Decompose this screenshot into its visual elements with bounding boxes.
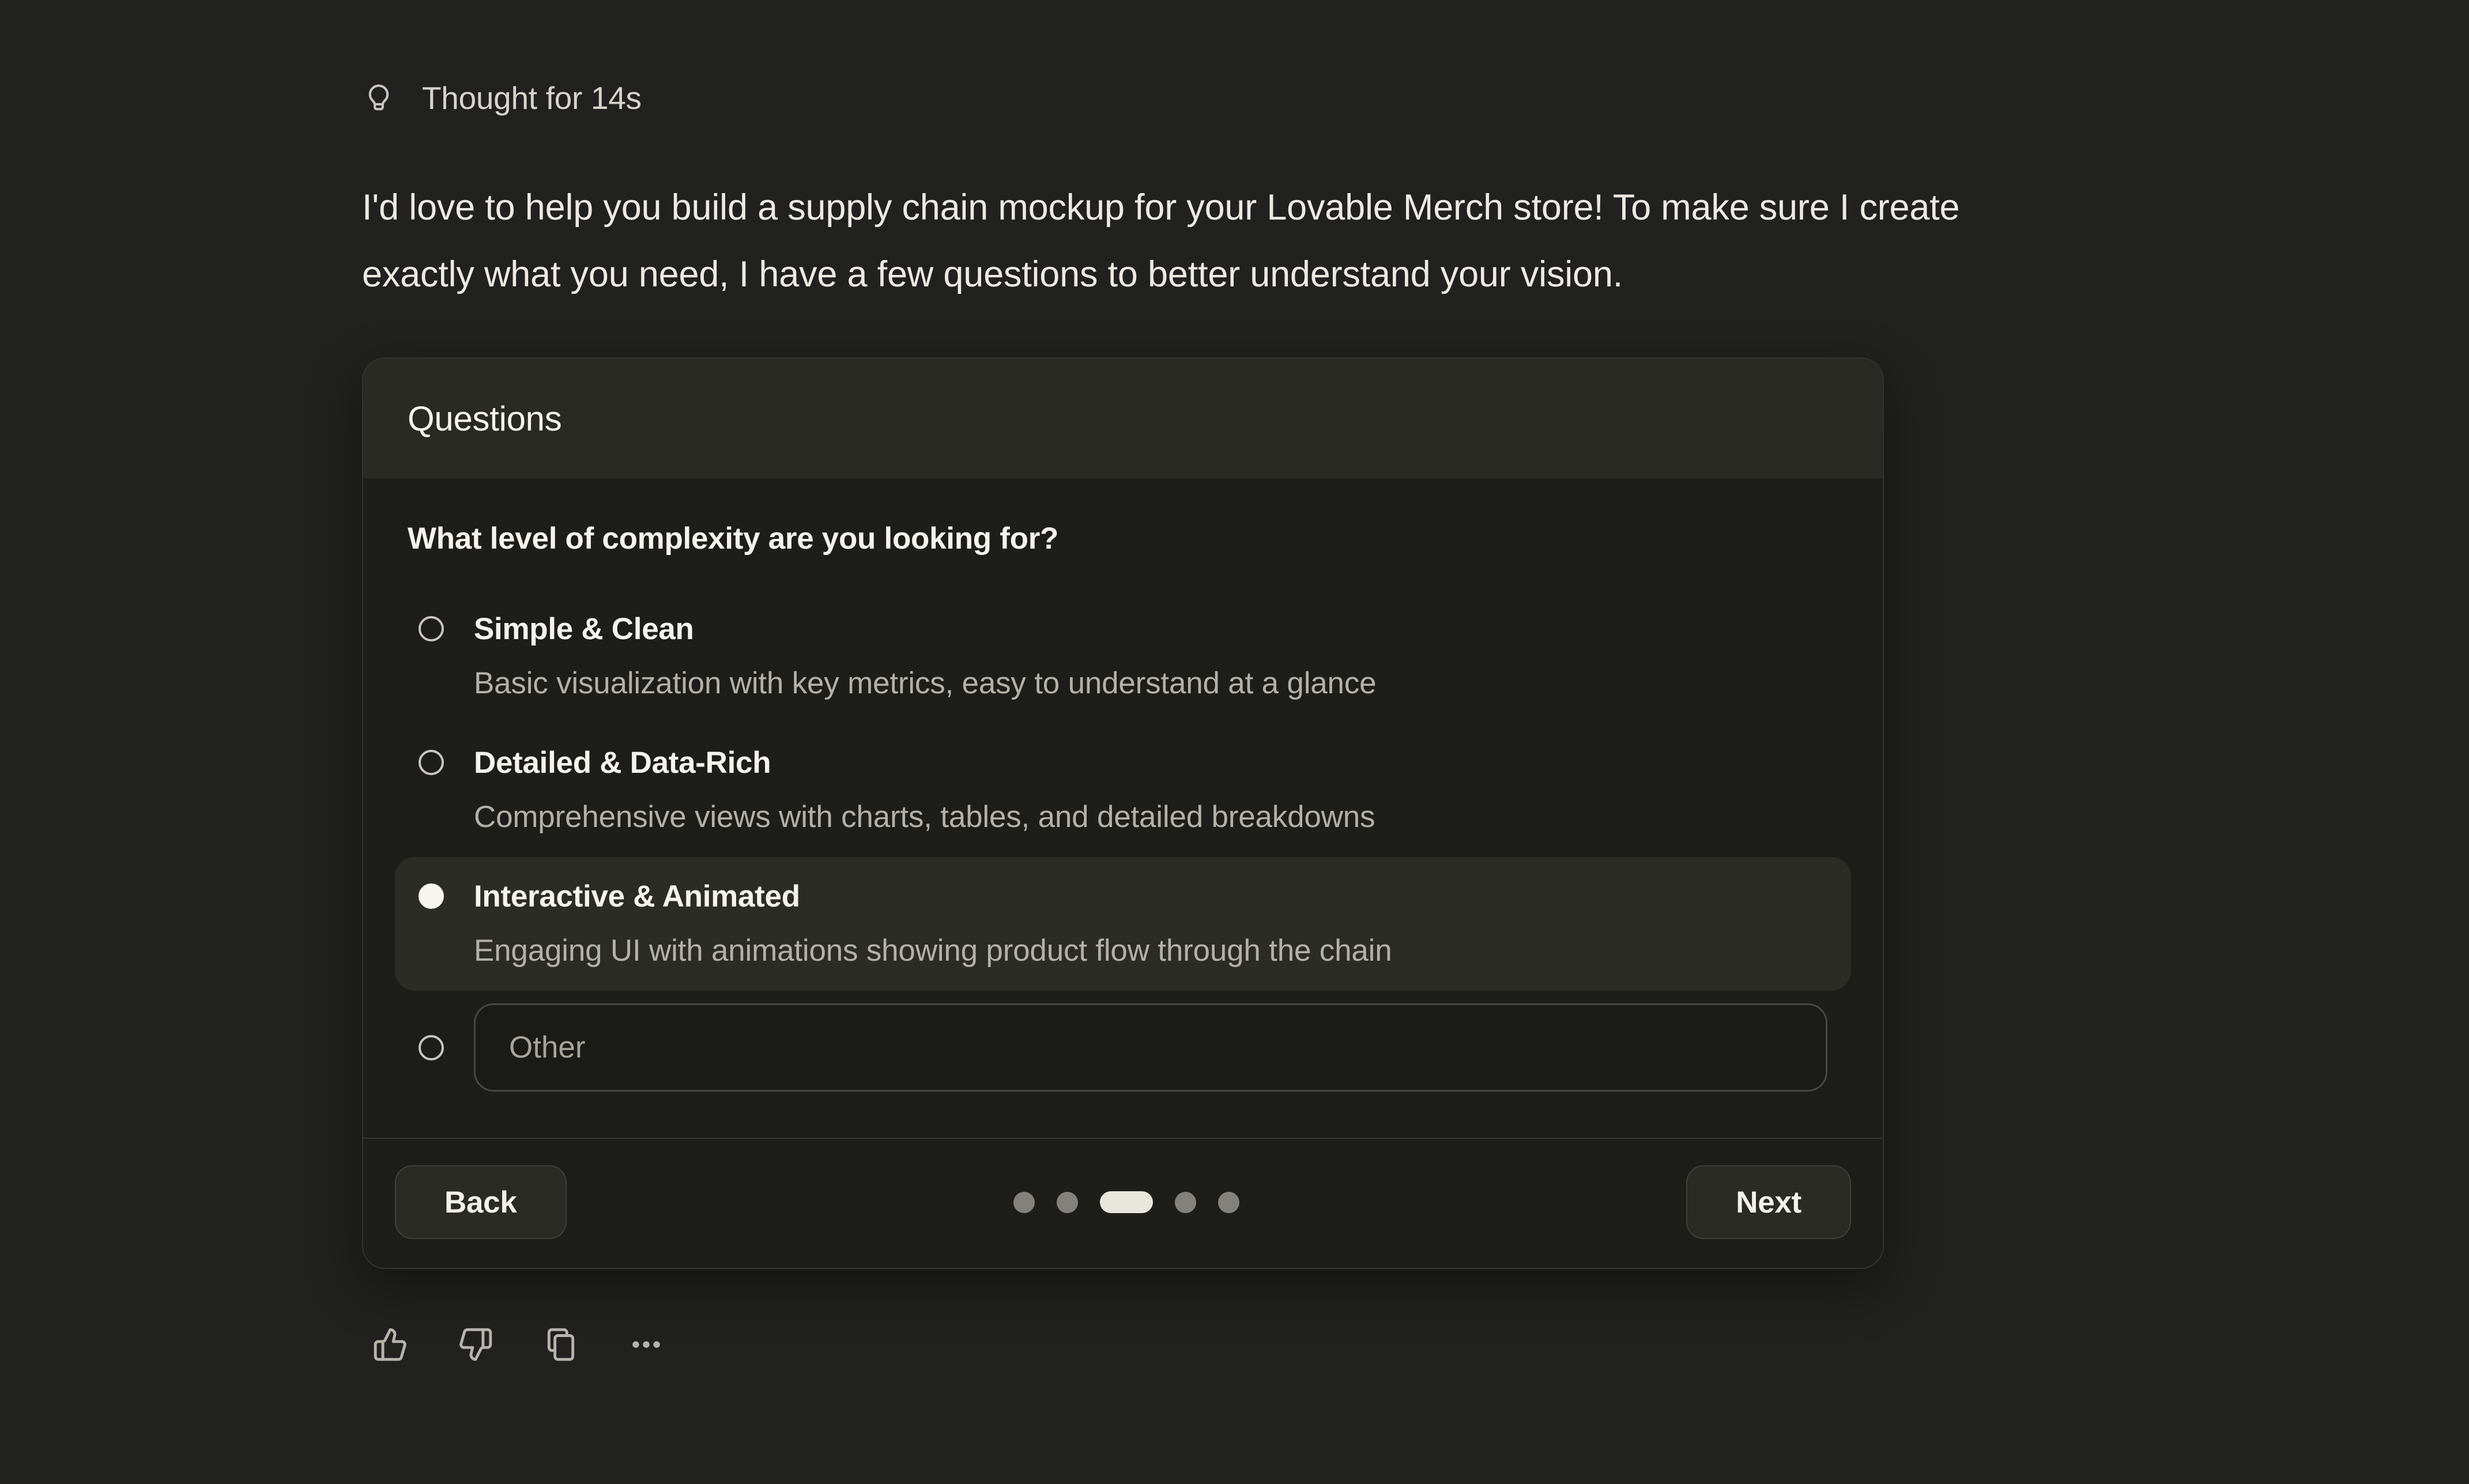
- message-line: exactly what you need, I have a few ques…: [362, 254, 1623, 294]
- card-header: Questions: [363, 358, 1883, 478]
- message-actions: [372, 1327, 664, 1362]
- progress-dot: [1218, 1192, 1239, 1213]
- thought-toggle[interactable]: Thought for 14s: [362, 80, 642, 116]
- question-text: What level of complexity are you looking…: [408, 521, 1851, 556]
- progress-indicator: [1013, 1191, 1239, 1213]
- more-options-button[interactable]: [628, 1327, 664, 1362]
- radio-unselected-icon[interactable]: [419, 750, 444, 775]
- option-text: Detailed & Data-Rich Comprehensive views…: [474, 736, 1375, 844]
- option-interactive-animated[interactable]: Interactive & Animated Engaging UI with …: [395, 857, 1851, 991]
- progress-dot: [1057, 1192, 1078, 1213]
- radio-unselected-icon[interactable]: [419, 1035, 444, 1060]
- back-button[interactable]: Back: [395, 1165, 567, 1239]
- message-line: I'd love to help you build a supply chai…: [362, 187, 1959, 228]
- option-text: Interactive & Animated Engaging UI with …: [474, 870, 1392, 978]
- copy-button[interactable]: [543, 1327, 579, 1362]
- progress-dot: [1013, 1192, 1035, 1213]
- lightbulb-icon: [362, 81, 395, 115]
- assistant-message: I'd love to help you build a supply chai…: [362, 174, 1959, 308]
- thumbs-up-button[interactable]: [372, 1327, 408, 1362]
- option-other[interactable]: [395, 991, 1851, 1104]
- option-title: Detailed & Data-Rich: [474, 736, 1375, 790]
- other-option-input[interactable]: [474, 1003, 1827, 1092]
- copy-icon: [543, 1327, 579, 1362]
- next-button[interactable]: Next: [1686, 1165, 1851, 1239]
- option-description: Engaging UI with animations showing prod…: [474, 924, 1392, 978]
- thumbs-down-button[interactable]: [458, 1327, 493, 1362]
- progress-dot: [1175, 1192, 1196, 1213]
- thumbs-up-icon: [372, 1327, 408, 1362]
- option-description: Basic visualization with key metrics, ea…: [474, 656, 1376, 711]
- option-description: Comprehensive views with charts, tables,…: [474, 790, 1375, 844]
- questions-card: Questions What level of complexity are y…: [362, 357, 1884, 1269]
- radio-unselected-icon[interactable]: [419, 616, 444, 641]
- thought-label: Thought for 14s: [422, 80, 642, 116]
- radio-selected-icon[interactable]: [419, 883, 444, 909]
- option-title: Simple & Clean: [474, 602, 1376, 656]
- thumbs-down-icon: [458, 1327, 493, 1362]
- option-simple-clean[interactable]: Simple & Clean Basic visualization with …: [395, 590, 1851, 723]
- option-title: Interactive & Animated: [474, 870, 1392, 924]
- option-text: Simple & Clean Basic visualization with …: [474, 602, 1376, 711]
- more-options-icon: [628, 1327, 664, 1362]
- progress-dot-active: [1100, 1191, 1153, 1213]
- option-detailed-data-rich[interactable]: Detailed & Data-Rich Comprehensive views…: [395, 723, 1851, 857]
- card-body: What level of complexity are you looking…: [363, 478, 1883, 1138]
- card-title: Questions: [408, 399, 561, 439]
- card-footer: Back Next: [363, 1138, 1883, 1268]
